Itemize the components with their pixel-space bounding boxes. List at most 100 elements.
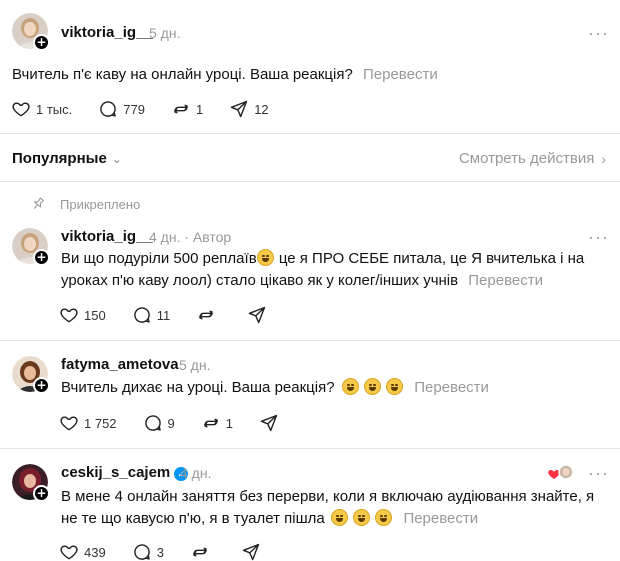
reply-actions: 439 3	[59, 542, 292, 561]
reply-text: Ви що подуріли 500 реплаїв це я ПРО СЕБЕ…	[61, 248, 606, 292]
reply-like-count: 439	[84, 544, 106, 560]
reply-repost-button[interactable]	[190, 542, 215, 561]
pinned-label: Прикреплено	[30, 196, 140, 212]
reply-text-part: це я ПРО СЕБЕ питала, це Я вчителька і н…	[274, 250, 585, 267]
reply-actions: 150 11	[59, 305, 298, 325]
post-translate-link[interactable]: Перевести	[363, 66, 438, 83]
repost-icon	[192, 547, 207, 557]
repost-icon	[174, 104, 188, 114]
laughing-emoji-icon	[363, 378, 381, 395]
reply-username[interactable]: viktoria_ig__	[61, 228, 153, 245]
reply-avatar[interactable]: +	[12, 356, 50, 394]
reply-translate-link[interactable]: Перевести	[403, 510, 478, 527]
reply-share-button[interactable]	[241, 542, 266, 561]
reply-text-part: уроках п'ю каву лоол) стало цікаво як у …	[61, 272, 459, 289]
post-repost-count: 1	[195, 101, 204, 117]
activity-label: Смотреть действия	[458, 150, 595, 167]
reply-more-icon[interactable]: ···	[588, 228, 609, 246]
post-username[interactable]: viktoria_ig__	[61, 24, 153, 41]
sort-dropdown[interactable]: Популярные ⌄	[12, 150, 122, 167]
repost-icon	[203, 418, 218, 428]
divider	[0, 181, 620, 182]
reply-like-button[interactable]: 150	[59, 305, 106, 325]
post-comment-button[interactable]: 779	[98, 99, 145, 119]
heart-icon	[60, 416, 78, 431]
reply-time[interactable]: 4 дн.	[180, 465, 211, 481]
reply-share-button[interactable]	[247, 305, 272, 325]
post-repost-button[interactable]: 1	[171, 99, 203, 119]
post-avatar[interactable]: +	[12, 13, 50, 51]
chevron-right-icon: ›	[601, 150, 606, 167]
reply-more-icon[interactable]: ···	[588, 464, 609, 482]
reply-like-count: 150	[84, 307, 106, 323]
reply-avatar[interactable]: +	[12, 228, 50, 266]
comment-icon	[144, 415, 161, 431]
post-time[interactable]: 5 дн.	[149, 25, 180, 41]
reply-comment-count: 11	[156, 307, 171, 323]
reply-comment-count: 3	[156, 544, 164, 560]
comment-icon	[133, 307, 150, 323]
divider	[0, 340, 620, 341]
follow-plus-icon[interactable]: +	[33, 249, 50, 266]
follow-plus-icon[interactable]: +	[33, 34, 50, 51]
chevron-down-icon: ⌄	[111, 151, 122, 166]
reply-time: 4 дн. · Автор	[149, 229, 231, 245]
post-text-line: Вчитель п'є каву на онлайн уроці. Ваша р…	[12, 64, 438, 86]
reply-repost-count: 1	[225, 415, 234, 431]
follow-plus-icon[interactable]: +	[33, 377, 50, 394]
heart-icon	[60, 545, 78, 560]
liked-by-author-icon	[548, 464, 574, 480]
comment-icon	[100, 101, 117, 117]
reply-comment-button[interactable]: 11	[132, 305, 171, 325]
laughing-emoji-icon	[386, 378, 404, 395]
pin-icon	[33, 197, 44, 209]
post-like-button[interactable]: 1 тыс.	[11, 99, 72, 119]
send-icon	[242, 543, 260, 561]
post-share-button[interactable]: 12	[229, 99, 269, 119]
reply-time[interactable]: 5 дн.	[179, 357, 210, 373]
reply-translate-link[interactable]: Перевести	[468, 272, 543, 289]
send-icon	[248, 306, 266, 324]
tears-of-joy-emoji-icon	[330, 509, 348, 526]
divider	[0, 448, 620, 449]
repost-icon	[199, 310, 214, 320]
reply-username-text: ceskij_s_cajem	[61, 464, 171, 481]
reply-like-button[interactable]: 1 752	[59, 413, 117, 433]
pinned-text: Прикреплено	[60, 196, 141, 212]
reply-username[interactable]: ceskij_s_cajem ✓	[61, 464, 189, 481]
post-share-count: 12	[254, 101, 269, 117]
sort-label: Популярные	[12, 150, 107, 167]
post-like-count: 1 тыс.	[36, 101, 73, 117]
reply-share-button[interactable]	[259, 413, 284, 433]
tears-of-joy-emoji-icon	[375, 509, 393, 526]
post-more-icon[interactable]: ···	[588, 24, 609, 42]
reply-text-part: В мене 4 онлайн заняття без перерви, кол…	[61, 488, 595, 505]
follow-plus-icon[interactable]: +	[33, 485, 50, 502]
reply-comment-button[interactable]: 9	[143, 413, 175, 433]
reply-comment-count: 9	[167, 415, 175, 431]
reply-time-text[interactable]: 4 дн.	[149, 229, 180, 245]
divider	[0, 133, 620, 134]
comment-icon	[133, 544, 150, 560]
reply-repost-button[interactable]	[196, 305, 221, 325]
reply-like-button[interactable]: 439	[59, 542, 106, 561]
send-icon	[260, 414, 278, 432]
author-badge: · Автор	[184, 229, 232, 245]
heart-icon	[12, 102, 30, 117]
reply-like-count: 1 752	[84, 415, 117, 431]
reply-translate-link[interactable]: Перевести	[414, 379, 489, 396]
tears-of-joy-emoji-icon	[353, 509, 371, 526]
reply-text: Вчитель дихає на уроці. Ваша реакція? Пе…	[61, 377, 489, 399]
reply-text-part: Вчитель дихає на уроці. Ваша реакція?	[61, 379, 335, 396]
reply-text-part: не те що кавусю п'ю, я в туалет пішла	[61, 510, 325, 527]
grinning-sweat-emoji-icon	[256, 249, 274, 266]
reply-username[interactable]: fatyma_ametova	[61, 356, 179, 373]
reply-avatar[interactable]: +	[12, 464, 50, 502]
reply-actions: 1 752 9 1	[59, 413, 310, 433]
view-activity-link[interactable]: Смотреть действия ›	[459, 150, 606, 167]
reply-repost-button[interactable]: 1	[201, 413, 233, 433]
post-comment-count: 779	[123, 101, 145, 117]
laughing-emoji-icon	[341, 378, 359, 395]
reply-comment-button[interactable]: 3	[132, 542, 164, 561]
reply-text-part: Ви що подуріли 500 реплаїв	[61, 250, 257, 267]
